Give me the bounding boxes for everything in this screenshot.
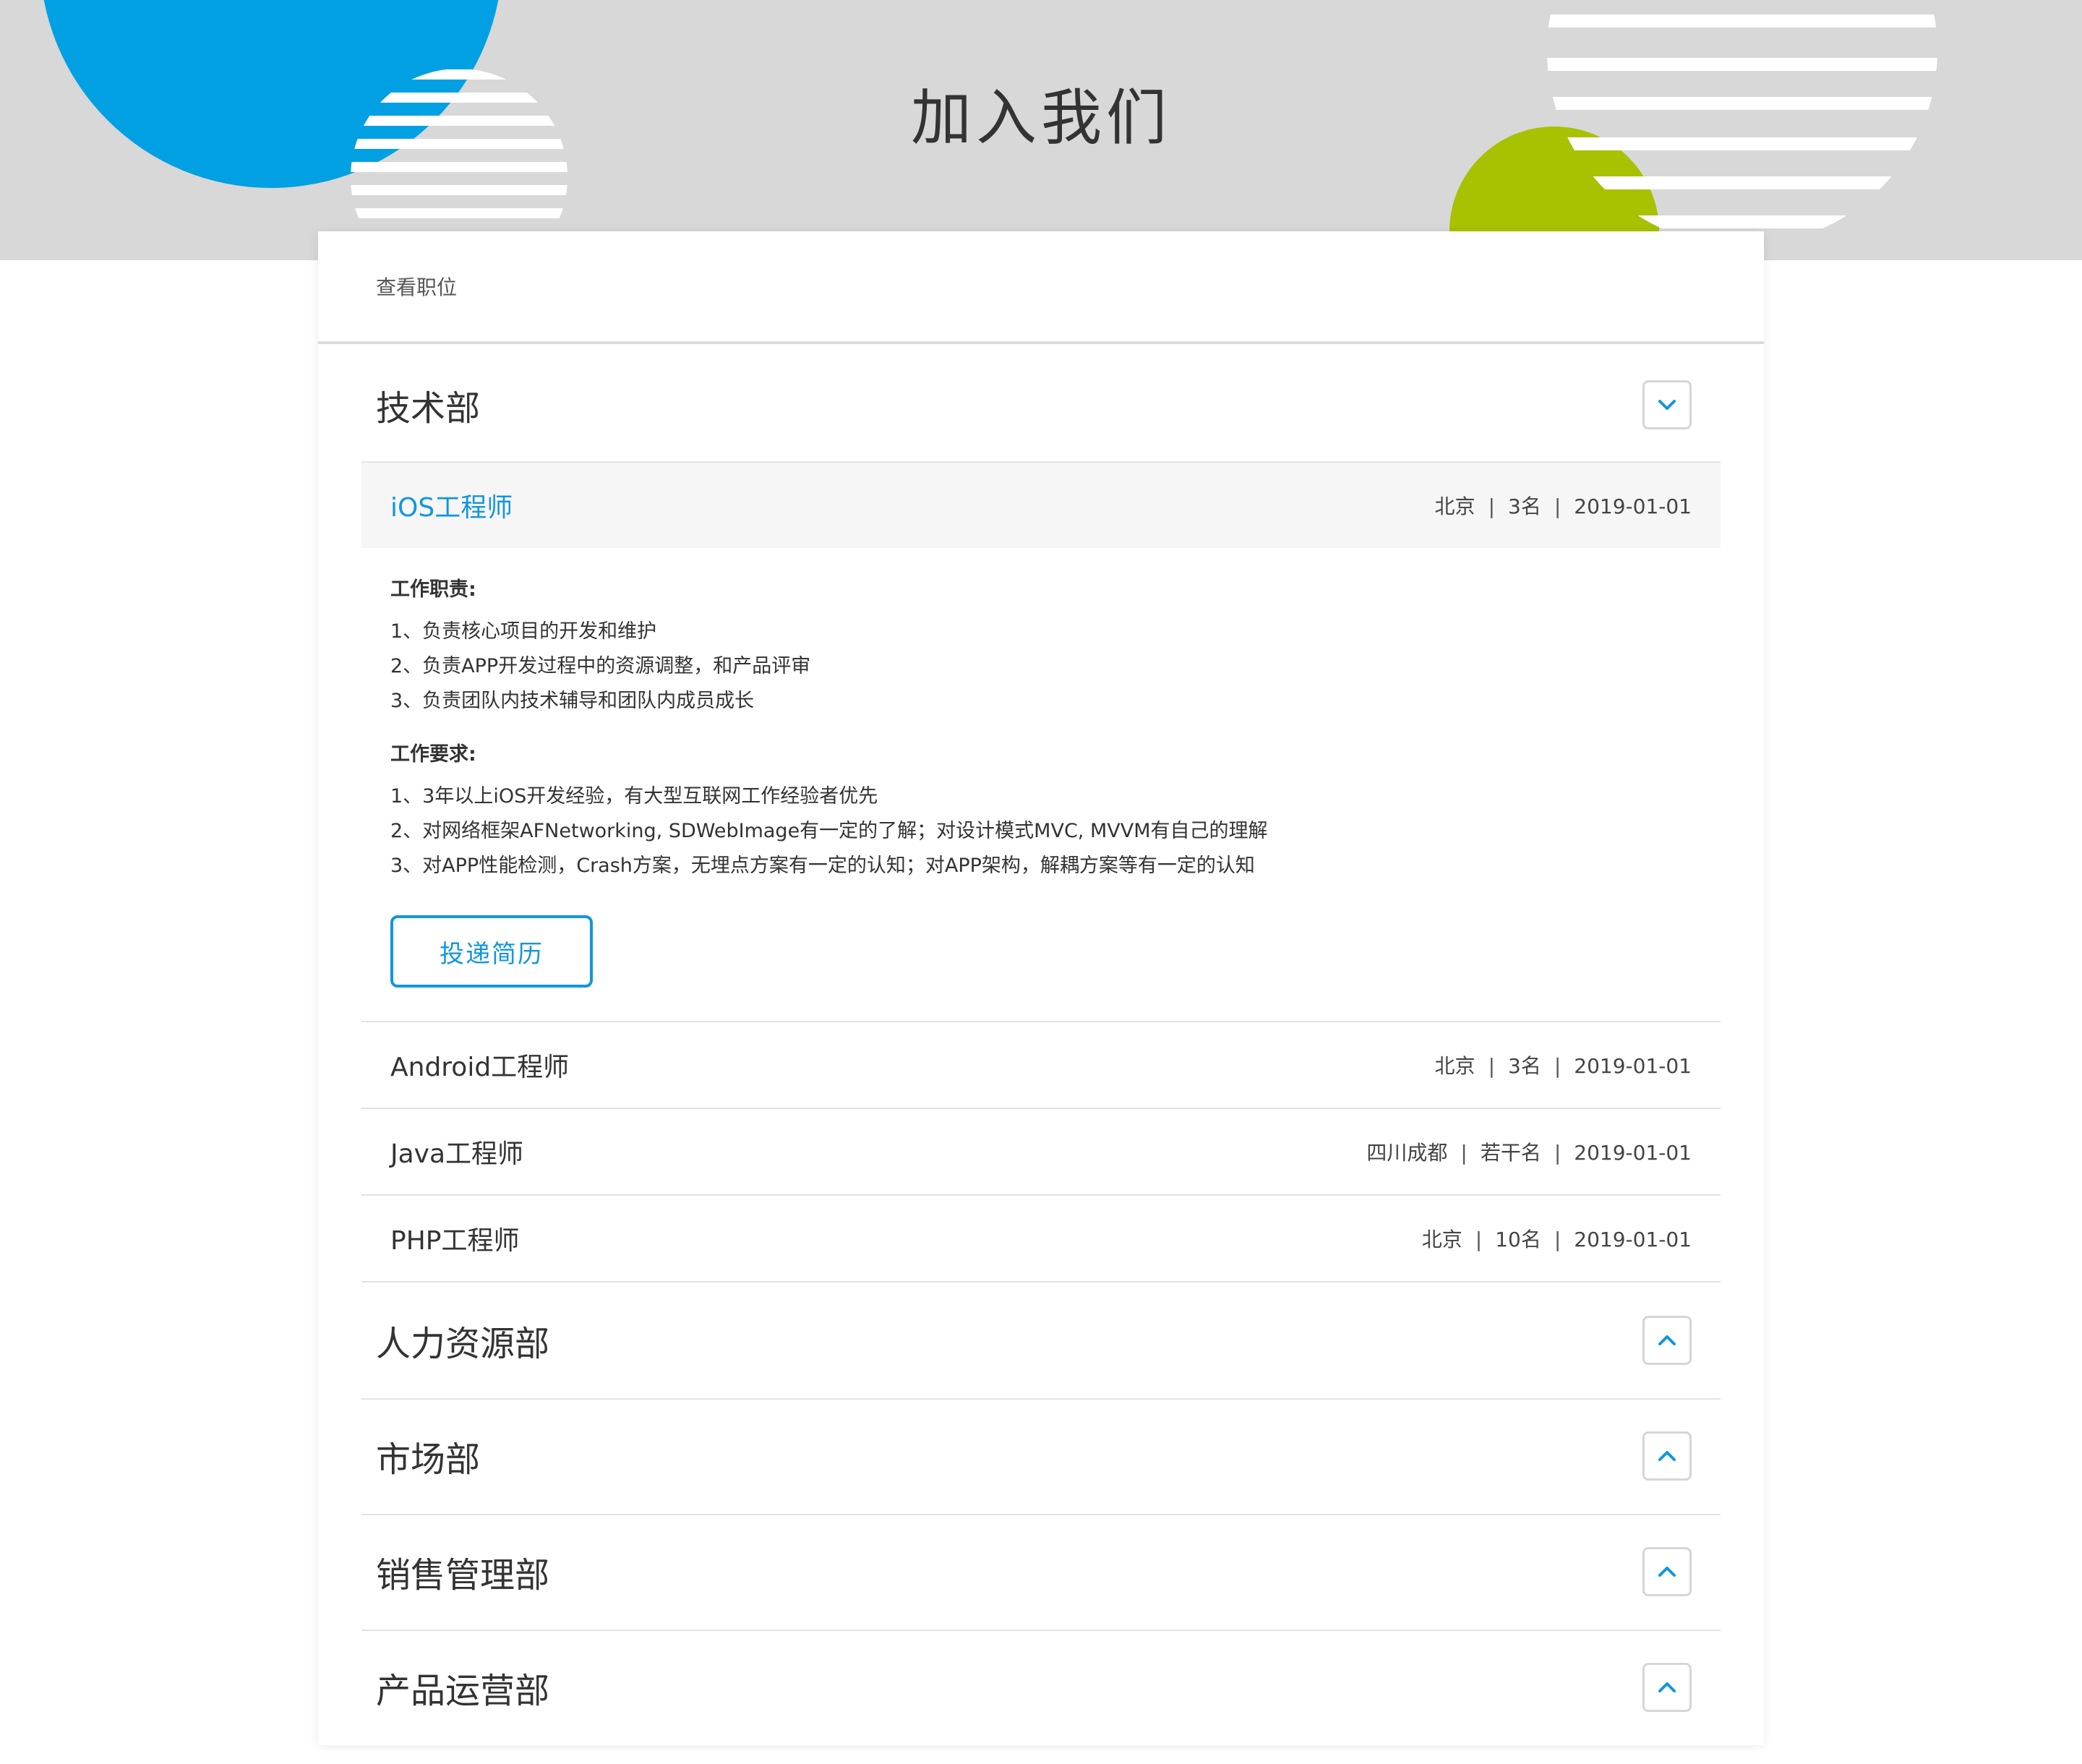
job-detail: 工作职责: 1、负责核心项目的开发和维护 2、负责APP开发过程中的资源调整，和… bbox=[390, 575, 1692, 883]
job-meta: 北京 | 10名 | 2019-01-01 bbox=[1422, 1224, 1692, 1253]
chevron-up-icon bbox=[1658, 1451, 1676, 1461]
job-date: 2019-01-01 bbox=[1574, 1141, 1692, 1165]
job-title[interactable]: Java工程师 bbox=[390, 1133, 523, 1170]
job-row-java[interactable]: Java工程师 四川成都 | 若干名 | 2019-01-01 bbox=[361, 1109, 1721, 1194]
banner: 加入我们 bbox=[0, 0, 2082, 260]
job-date: 2019-01-01 bbox=[1574, 1228, 1692, 1251]
dept-name: 产品运营部 bbox=[376, 1671, 550, 1711]
job-row-php[interactable]: PHP工程师 北京 | 10名 | 2019-01-01 bbox=[361, 1196, 1721, 1281]
separator: | bbox=[1488, 1054, 1495, 1078]
dept-header-hr[interactable]: 人力资源部 bbox=[361, 1283, 1721, 1398]
job-row-android[interactable]: Android工程师 北京 | 3名 | 2019-01-01 bbox=[361, 1022, 1721, 1108]
chevron-up-icon bbox=[1658, 1567, 1676, 1577]
separator: | bbox=[1488, 494, 1495, 518]
job-count: 3名 bbox=[1508, 1054, 1541, 1078]
expand-toggle-button[interactable] bbox=[1642, 1431, 1692, 1481]
separator: | bbox=[1554, 1141, 1562, 1165]
job-title[interactable]: PHP工程师 bbox=[390, 1220, 520, 1257]
page-title: 加入我们 bbox=[910, 82, 1171, 153]
job-meta: 北京 | 3名 | 2019-01-01 bbox=[1435, 1050, 1692, 1079]
job-location: 四川成都 bbox=[1366, 1141, 1448, 1165]
requirements-title: 工作要求: bbox=[390, 743, 476, 766]
duty-line: 3、负责团队内技术辅导和团队内成员成长 bbox=[390, 690, 755, 712]
separator: | bbox=[1554, 1228, 1562, 1251]
duty-line: 1、负责核心项目的开发和维护 bbox=[390, 620, 657, 643]
dept-header-sales[interactable]: 销售管理部 bbox=[361, 1514, 1721, 1630]
separator: | bbox=[1554, 1054, 1562, 1078]
positions-card: 查看职位 技术部 iOS工程师 北京 | 3名 | 2019-01-01 工作职责: 1… bbox=[318, 231, 1764, 1745]
expand-toggle-button[interactable] bbox=[1642, 1547, 1692, 1596]
dept-header-tech[interactable]: 技术部 bbox=[361, 347, 1721, 463]
dept-header-marketing[interactable]: 市场部 bbox=[361, 1398, 1721, 1514]
requirement-line: 1、3年以上iOS开发经验，有大型互联网工作经验者优先 bbox=[390, 785, 878, 808]
chevron-up-icon bbox=[1658, 1682, 1676, 1692]
dept-name: 人力资源部 bbox=[376, 1324, 550, 1364]
separator: | bbox=[1460, 1141, 1468, 1165]
duties-title: 工作职责: bbox=[390, 578, 476, 601]
job-title[interactable]: Android工程师 bbox=[390, 1046, 569, 1084]
duty-line: 2、负责APP开发过程中的资源调整，和产品评审 bbox=[390, 655, 811, 677]
job-meta: 北京 | 3名 | 2019-01-01 bbox=[1435, 491, 1692, 520]
job-count: 若干名 bbox=[1480, 1141, 1541, 1165]
chevron-down-icon bbox=[1658, 400, 1676, 410]
job-count: 10名 bbox=[1495, 1228, 1541, 1251]
job-row-ios[interactable]: iOS工程师 北京 | 3名 | 2019-01-01 bbox=[361, 463, 1721, 548]
separator: | bbox=[1554, 494, 1562, 518]
dept-name: 销售管理部 bbox=[376, 1555, 550, 1596]
job-meta: 四川成都 | 若干名 | 2019-01-01 bbox=[1366, 1137, 1692, 1166]
card-header: 查看职位 bbox=[318, 231, 1764, 344]
job-location: 北京 bbox=[1434, 1054, 1475, 1078]
job-date: 2019-01-01 bbox=[1574, 1054, 1692, 1078]
dept-name: 市场部 bbox=[376, 1439, 481, 1480]
card-header-label: 查看职位 bbox=[376, 275, 458, 299]
chevron-up-icon bbox=[1658, 1335, 1676, 1345]
separator: | bbox=[1475, 1228, 1483, 1251]
expand-toggle-button[interactable] bbox=[1642, 1316, 1692, 1365]
job-location: 北京 bbox=[1434, 494, 1475, 518]
expand-toggle-button[interactable] bbox=[1642, 1663, 1692, 1712]
requirement-line: 3、对APP性能检测，Crash方案，无埋点方案有一定的认知；对APP架构，解耦… bbox=[390, 855, 1255, 877]
job-date: 2019-01-01 bbox=[1574, 494, 1692, 518]
job-title[interactable]: iOS工程师 bbox=[390, 487, 513, 524]
dept-name: 技术部 bbox=[376, 388, 481, 429]
job-count: 3名 bbox=[1508, 494, 1541, 518]
job-location: 北京 bbox=[1421, 1228, 1462, 1251]
collapse-toggle-button[interactable] bbox=[1642, 380, 1692, 429]
dept-header-product-ops[interactable]: 产品运营部 bbox=[361, 1630, 1721, 1745]
requirement-line: 2、对网络框架AFNetworking, SDWebImage有一定的了解；对设… bbox=[390, 820, 1268, 842]
apply-resume-button[interactable]: 投递简历 bbox=[390, 915, 593, 988]
